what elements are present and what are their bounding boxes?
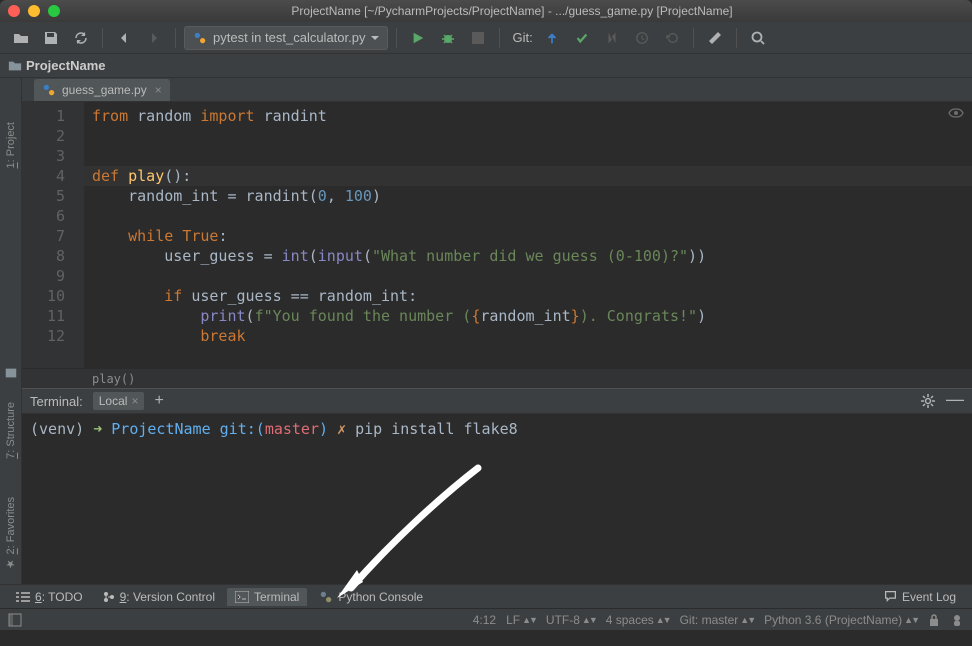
status-encoding[interactable]: UTF-8 ▲▼: [546, 613, 596, 627]
vcs-diff-button[interactable]: [599, 25, 625, 51]
status-ide-features-icon[interactable]: [950, 613, 964, 627]
vcs-update-button[interactable]: [539, 25, 565, 51]
run-button[interactable]: [405, 25, 431, 51]
refresh-button[interactable]: [68, 25, 94, 51]
save-button[interactable]: [38, 25, 64, 51]
close-tab-button[interactable]: ×: [153, 83, 164, 97]
terminal-title: Terminal:: [30, 394, 83, 409]
run-config-label: pytest in test_calculator.py: [213, 30, 365, 45]
git-label: Git:: [512, 30, 532, 45]
sidebar-icon[interactable]: [4, 366, 18, 380]
vcs-history-button[interactable]: [629, 25, 655, 51]
bubble-icon: [884, 590, 897, 603]
editor-tab-label: guess_game.py: [62, 83, 147, 97]
terminal-header: Terminal: Local × + —: [22, 388, 972, 414]
stop-button[interactable]: [465, 25, 491, 51]
editor-tabs: guess_game.py ×: [22, 78, 972, 102]
list-icon: [16, 591, 30, 603]
editor-tab-guess-game[interactable]: guess_game.py ×: [34, 79, 170, 101]
folder-icon: [8, 59, 22, 73]
inspections-eye-icon[interactable]: [948, 108, 964, 118]
open-button[interactable]: [8, 25, 34, 51]
back-button[interactable]: [111, 25, 137, 51]
status-bar: 4:12 LF ▲▼ UTF-8 ▲▼ 4 spaces ▲▼ Git: mas…: [0, 608, 972, 630]
debug-button[interactable]: [435, 25, 461, 51]
run-config-selector[interactable]: pytest in test_calculator.py: [184, 26, 388, 50]
hide-terminal-button[interactable]: —: [946, 393, 964, 409]
close-terminal-tab[interactable]: ×: [131, 394, 138, 408]
status-git-branch[interactable]: Git: master ▲▼: [680, 613, 755, 627]
search-button[interactable]: [745, 25, 771, 51]
terminal-icon: [235, 591, 249, 603]
bottom-tab-terminal[interactable]: Terminal: [227, 588, 307, 606]
code-editor[interactable]: 1 2 3 4 5 6 7 8 9 10 11 12 from random i…: [22, 102, 972, 368]
forward-button[interactable]: [141, 25, 167, 51]
main-toolbar: pytest in test_calculator.py Git:: [0, 22, 972, 54]
status-lock-icon[interactable]: [928, 613, 940, 627]
bottom-tab-vcs[interactable]: 9: Version Control: [95, 588, 223, 606]
terminal-settings-icon[interactable]: [920, 393, 936, 409]
breadcrumb-project: ProjectName: [26, 58, 105, 73]
bottom-tab-python-console[interactable]: Python Console: [311, 588, 431, 606]
vcs-commit-button[interactable]: [569, 25, 595, 51]
terminal-tab-local[interactable]: Local ×: [93, 392, 145, 410]
sidebar-tab-project[interactable]: 1: Project: [5, 118, 17, 172]
bottom-tab-todo[interactable]: 6: TODO: [8, 588, 91, 606]
new-terminal-button[interactable]: +: [154, 392, 163, 410]
status-indent[interactable]: 4 spaces ▲▼: [606, 613, 670, 627]
settings-button[interactable]: [702, 25, 728, 51]
sidebar-tab-favorites[interactable]: ★ 2: Favorites: [4, 493, 17, 575]
bottom-tab-event-log[interactable]: Event Log: [876, 588, 964, 606]
status-quick-access-icon[interactable]: [8, 613, 22, 627]
status-line-separator[interactable]: LF ▲▼: [506, 613, 536, 627]
sidebar-tab-structure[interactable]: 7: Structure: [5, 398, 17, 463]
window-zoom-button[interactable]: [48, 5, 60, 17]
branch-icon: [103, 591, 115, 603]
python-file-icon: [42, 83, 56, 97]
title-bar: ProjectName [~/PycharmProjects/ProjectNa…: [0, 0, 972, 22]
terminal-output[interactable]: (venv) ➜ ProjectName git:(master) ✗ pip …: [22, 414, 972, 584]
editor-breadcrumb[interactable]: play(): [22, 368, 972, 388]
window-title: ProjectName [~/PycharmProjects/ProjectNa…: [60, 4, 964, 18]
status-cursor-position[interactable]: 4:12: [473, 613, 496, 627]
window-minimize-button[interactable]: [28, 5, 40, 17]
status-python-interpreter[interactable]: Python 3.6 (ProjectName) ▲▼: [764, 613, 918, 627]
vcs-revert-button[interactable]: [659, 25, 685, 51]
left-tool-window-bar: 1: Project: [0, 78, 22, 388]
window-close-button[interactable]: [8, 5, 20, 17]
navigation-breadcrumb[interactable]: ProjectName: [0, 54, 972, 78]
python-icon: [319, 590, 333, 604]
gutter-line-numbers[interactable]: 1 2 3 4 5 6 7 8 9 10 11 12: [22, 102, 84, 368]
left-tool-window-bar-lower: 7: Structure ★ 2: Favorites: [0, 388, 22, 584]
bottom-tool-window-bar: 6: TODO 9: Version Control Terminal Pyth…: [0, 584, 972, 608]
code-content[interactable]: from random import randint def play(): r…: [84, 102, 972, 368]
